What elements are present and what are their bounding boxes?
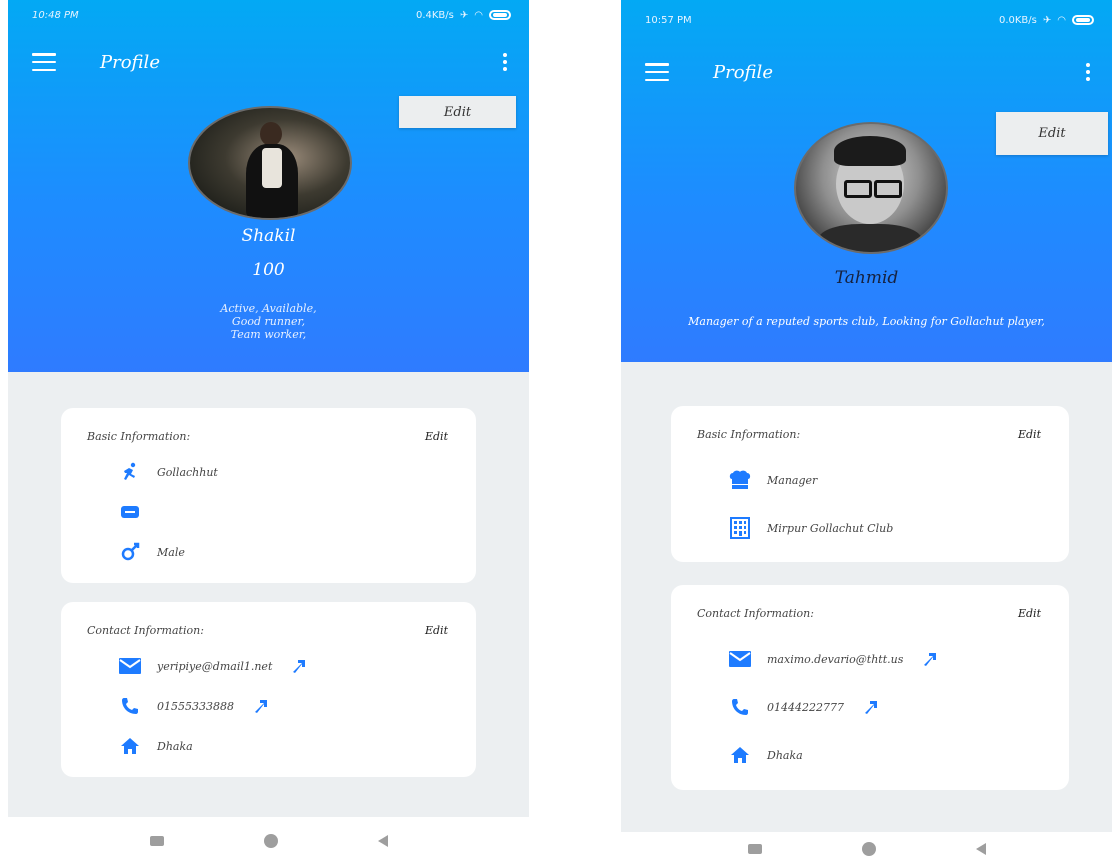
app-bar: Profile	[8, 40, 529, 84]
page-title: Profile	[100, 51, 160, 73]
edit-profile-button[interactable]: Edit	[399, 96, 516, 128]
card-title: Basic Information:	[697, 428, 801, 441]
contact-text: yeripiye@dmail1.net	[157, 659, 273, 673]
edit-basic-info-button[interactable]: Edit	[1018, 428, 1041, 441]
avatar	[794, 122, 948, 254]
home-icon	[727, 745, 753, 765]
network-speed: 0.4KB/s	[415, 9, 454, 21]
wifi-icon: ◠	[474, 9, 483, 21]
card-title: Contact Information:	[697, 607, 814, 620]
edit-basic-info-button[interactable]: Edit	[425, 430, 448, 443]
contact-row-email: yeripiye@dmail1.net	[117, 656, 308, 676]
info-text: Mirpur Gollachut Club	[767, 521, 894, 535]
wifi-icon: ◠	[1057, 14, 1066, 26]
profile-bio: Manager of a reputed sports club, Lookin…	[688, 315, 1045, 328]
info-row-role: Manager	[727, 470, 817, 490]
open-link-icon[interactable]	[921, 650, 939, 668]
page-title: Profile	[713, 61, 773, 83]
profile-points: 100	[252, 260, 285, 280]
card-title: Contact Information:	[87, 624, 204, 637]
phone-icon	[727, 697, 753, 717]
info-row-club: Mirpur Gollachut Club	[727, 517, 894, 539]
edit-profile-button[interactable]: Edit	[996, 112, 1108, 155]
contact-info-card: Contact Information: Edit yeripiye@dmail…	[61, 602, 476, 777]
more-options-icon[interactable]	[1086, 63, 1090, 81]
info-row-sport: Gollachhut	[117, 462, 218, 482]
status-icons: 0.0KB/s ✈ ◠	[999, 15, 1094, 26]
profile-name: Shakil	[241, 226, 296, 246]
basic-info-card: Basic Information: Edit Manager Mirpur G…	[671, 406, 1069, 562]
system-nav-bar	[621, 832, 1112, 865]
call-link-icon[interactable]	[252, 697, 270, 715]
system-nav-bar	[8, 817, 529, 865]
open-link-icon[interactable]	[290, 657, 308, 675]
contact-row-email: maximo.devario@thtt.us	[727, 649, 939, 669]
home-icon	[117, 736, 143, 756]
more-options-icon[interactable]	[503, 53, 507, 71]
info-text: Male	[157, 545, 185, 559]
bio-line: Active, Available,	[220, 302, 317, 315]
contact-text: maximo.devario@thtt.us	[767, 652, 904, 666]
phone-icon	[117, 696, 143, 716]
profile-name: Tahmid	[834, 268, 899, 288]
contact-info-card: Contact Information: Edit maximo.devario…	[671, 585, 1069, 790]
info-row-id	[117, 502, 157, 522]
runner-icon	[117, 462, 143, 482]
back-button[interactable]	[377, 835, 388, 847]
airplane-icon: ✈	[1042, 14, 1052, 26]
call-link-icon[interactable]	[862, 698, 880, 716]
id-card-icon	[117, 502, 143, 522]
airplane-icon: ✈	[459, 9, 469, 21]
phone-screen-right: 10:57 PM 0.0KB/s ✈ ◠ Profile Edit Tahmid…	[621, 0, 1112, 865]
contact-row-address: Dhaka	[727, 745, 803, 765]
basic-info-card: Basic Information: Edit Gollachhut Male	[61, 408, 476, 583]
profile-bio: Active, Available, Good runner, Team wor…	[8, 302, 529, 341]
email-icon	[117, 656, 143, 676]
card-title: Basic Information:	[87, 430, 191, 443]
email-icon	[727, 649, 753, 669]
battery-icon	[1072, 15, 1094, 25]
contact-row-phone: 01555333888	[117, 696, 270, 716]
status-time: 10:57 PM	[645, 14, 692, 26]
app-bar: Profile	[621, 50, 1112, 94]
home-button[interactable]	[861, 841, 876, 856]
contact-row-phone: 01444222777	[727, 697, 880, 717]
bio-line: Good runner,	[231, 315, 306, 328]
recent-apps-button[interactable]	[747, 843, 762, 854]
battery-icon	[489, 10, 511, 20]
gender-icon	[117, 542, 143, 562]
status-bar: 10:48 PM 0.4KB/s ✈ ◠	[8, 0, 529, 30]
status-icons: 0.4KB/s ✈ ◠	[416, 10, 511, 21]
bio-line: Team worker,	[230, 328, 307, 341]
building-icon	[727, 517, 753, 539]
chef-hat-icon	[727, 470, 753, 490]
contact-text: 01555333888	[157, 699, 234, 713]
menu-icon[interactable]	[645, 63, 669, 81]
network-speed: 0.0KB/s	[998, 14, 1037, 26]
recent-apps-button[interactable]	[149, 836, 164, 846]
phone-screen-left: 10:48 PM 0.4KB/s ✈ ◠ Profile Edit Shakil…	[8, 0, 529, 865]
edit-contact-info-button[interactable]: Edit	[425, 624, 448, 637]
contact-text: Dhaka	[157, 739, 193, 753]
info-text: Manager	[767, 473, 818, 487]
home-button[interactable]	[263, 834, 278, 848]
avatar	[188, 106, 352, 220]
status-bar: 10:57 PM 0.0KB/s ✈ ◠	[621, 0, 1112, 40]
contact-text: 01444222777	[767, 700, 844, 714]
status-time: 10:48 PM	[32, 9, 79, 21]
edit-contact-info-button[interactable]: Edit	[1018, 607, 1041, 620]
info-row-gender: Male	[117, 542, 185, 562]
menu-icon[interactable]	[32, 53, 56, 71]
info-text: Gollachhut	[157, 465, 218, 479]
contact-row-address: Dhaka	[117, 736, 193, 756]
contact-text: Dhaka	[767, 748, 803, 762]
back-button[interactable]	[975, 842, 986, 855]
